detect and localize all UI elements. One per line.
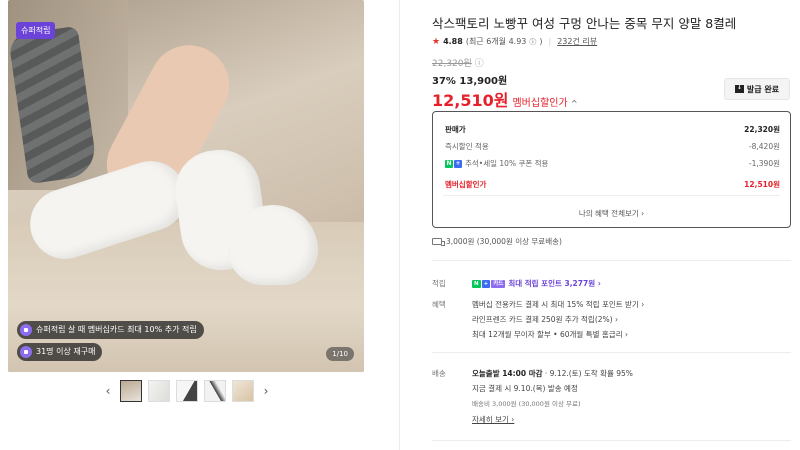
- membership-promo-pill[interactable]: 슈퍼적립 살 때 멤버십카드 최대 10% 추가 적립: [17, 321, 204, 339]
- price-breakdown-box: 판매가 22,320원 즉시할인 적용 -8,420원 N + 추석•세일 10% 쿠…: [432, 111, 791, 228]
- original-price-value: 22,320원: [432, 59, 472, 69]
- thumbnail[interactable]: [120, 380, 142, 402]
- info-icon[interactable]: ⓘ: [529, 37, 536, 47]
- column-divider: [399, 0, 400, 450]
- thumbnail[interactable]: [204, 380, 226, 402]
- thumbnail[interactable]: [232, 380, 254, 402]
- breakdown-row-instant-discount: 즉시할인 적용 -8,420원: [445, 142, 780, 151]
- breakdown-row-sale-price: 판매가 22,320원: [445, 125, 780, 134]
- super-points-badge: 슈퍼적립: [16, 22, 56, 39]
- section-divider: [432, 352, 791, 353]
- image-sock-heel: [228, 205, 318, 285]
- thumbnail[interactable]: [176, 380, 198, 402]
- member-price-label: 멤버십할인가 ^: [512, 98, 578, 109]
- benefits-label: 혜택: [432, 300, 446, 309]
- download-icon: [734, 84, 744, 93]
- discount-price: 37% 13,900원: [432, 76, 508, 87]
- thumbnail-strip: ‹ ›: [102, 380, 272, 402]
- benefits-list: 멤버십 전용카드 결제 시 최대 15% 적립 포인트 받기 › 라인프렌즈 카…: [472, 299, 644, 344]
- delivery-line-3: 배송비 3,000원 (30,000원 이상 무료): [472, 400, 581, 408]
- benefit-item[interactable]: 멤버십 전용카드 결제 시 최대 15% 적립 포인트 받기 ›: [472, 299, 644, 310]
- repurchase-icon: [20, 346, 32, 358]
- section-divider: [432, 260, 791, 261]
- shipping-summary: 3,000원 (30,000원 이상 무료배송): [432, 236, 562, 247]
- my-benefits-link[interactable]: 나의 혜택 전체보기 ›: [433, 208, 790, 219]
- rating-recent: (최근 6개월 4.93: [465, 37, 527, 46]
- coupon-button-label: 발급 완료: [746, 84, 780, 94]
- benefit-item[interactable]: 라인프렌즈 카드 결제 250원 추가 적립(2%) ›: [472, 314, 644, 325]
- chevron-left-icon[interactable]: ‹: [102, 384, 114, 398]
- points-label: 적립: [432, 279, 446, 288]
- product-main-image[interactable]: 슈퍼적립 슈퍼적립 살 때 멤버십카드 최대 10% 추가 적립 31명 이상 …: [8, 0, 364, 372]
- delivery-detail-link[interactable]: 자세히 보기 ›: [472, 415, 514, 424]
- info-icon[interactable]: ⓘ: [475, 59, 484, 69]
- repurchase-text: 31명 이상 재구매: [36, 347, 96, 356]
- chevron-right-icon[interactable]: ›: [260, 384, 272, 398]
- breakdown-row-member-price: 멤버십할인가 12,510원: [445, 180, 780, 189]
- npay-icon: N +: [445, 159, 462, 168]
- member-price: 12,510원: [432, 91, 509, 110]
- rating-recent-close: ): [539, 37, 543, 46]
- separator: |: [548, 37, 552, 46]
- section-divider: [432, 440, 791, 441]
- chevron-up-icon[interactable]: ^: [571, 99, 578, 108]
- rating-score: 4.88: [443, 37, 463, 46]
- star-icon: ★: [432, 36, 441, 47]
- image-counter: 1/10: [326, 347, 354, 361]
- product-title: 삭스팩토리 노빵꾸 여성 구멍 안나는 중목 무지 양말 8켤레: [432, 16, 737, 31]
- shipping-summary-text: 3,000원 (30,000원 이상 무료배송): [446, 237, 562, 246]
- reviews-link[interactable]: 232건 리뷰: [557, 36, 597, 47]
- membership-icon: [20, 324, 32, 336]
- membership-promo-text: 슈퍼적립 살 때 멤버십카드 최대 10% 추가 적립: [36, 325, 197, 334]
- member-price-row[interactable]: 12,510원 멤버십할인가 ^: [432, 87, 578, 111]
- delivery-line-1: 오늘출발 14:00 마감 · 9.12.(토) 도착 확률 95%: [472, 369, 633, 378]
- original-price: 22,320원 ⓘ: [432, 56, 484, 69]
- repurchase-pill: 31명 이상 재구매: [17, 343, 103, 361]
- max-points-text: 최대 적립 포인트 3,277원 ›: [508, 279, 601, 288]
- thumbnail[interactable]: [148, 380, 170, 402]
- delivery-line-2: 지금 결제 시 9.10.(목) 발송 예정: [472, 384, 578, 393]
- coupon-issued-button[interactable]: 발급 완료: [724, 78, 790, 100]
- rating-row: ★ 4.88 (최근 6개월 4.93 ⓘ ) | 232건 리뷰: [432, 36, 597, 47]
- delivery-info: 오늘출발 14:00 마감 · 9.12.(토) 도착 확률 95% 지금 결제…: [472, 368, 633, 429]
- benefit-item[interactable]: 최대 12개월 무이자 할부 • 60개월 특별 홈급리 ›: [472, 329, 644, 340]
- truck-icon: [432, 238, 445, 246]
- breakdown-divider: [443, 195, 780, 196]
- breakdown-row-coupon: N + 추석•세일 10% 쿠폰 적용 -1,390원: [445, 159, 780, 168]
- delivery-label: 배송: [432, 369, 446, 378]
- points-row[interactable]: N + 카드 최대 적립 포인트 3,277원 ›: [472, 278, 601, 289]
- naverpay-card-icon: N + 카드: [472, 279, 506, 288]
